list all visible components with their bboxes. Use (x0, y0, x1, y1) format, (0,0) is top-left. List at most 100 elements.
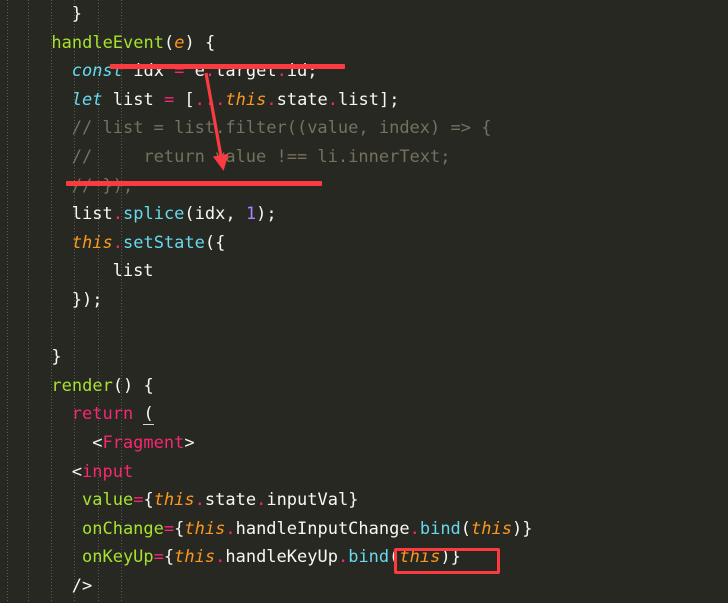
code-line[interactable]: value={this.state.inputVal} (0, 486, 573, 515)
code-token: ); (256, 204, 277, 225)
code-token: onChange (82, 518, 164, 539)
code-line[interactable]: let list = [...this.state.list]; (0, 86, 573, 115)
code-line[interactable]: <Fragment> (0, 429, 573, 458)
code-token: handleEvent (51, 32, 164, 53)
code-line[interactable]: } (0, 343, 573, 372)
code-token: . (215, 547, 226, 568)
code-token: Fragment (102, 432, 185, 453)
code-token: ( (143, 404, 154, 426)
code-token: { (143, 490, 154, 511)
code-token: ( (460, 518, 472, 539)
code-line[interactable]: onChange={this.handleInputChange.bind(th… (0, 515, 573, 544)
code-line[interactable]: /> (0, 572, 573, 601)
code-token: } (51, 347, 62, 368)
code-token: { (163, 547, 175, 568)
code-token: < (71, 461, 83, 482)
code-token: e (174, 32, 185, 53)
code-token: bind (419, 518, 461, 539)
code-line[interactable]: } (0, 0, 573, 29)
code-token: 1 (245, 204, 257, 225)
code-token: handleInputChange (235, 518, 410, 539)
code-token: = (163, 89, 175, 110)
code-line[interactable]: onKeyUp={this.handleKeyUp.bind(this)} (0, 543, 573, 572)
code-token: }); (71, 289, 103, 310)
code-token: . (204, 61, 216, 82)
code-token: list (71, 204, 113, 225)
code-token: } (71, 4, 83, 24)
code-token: /> (71, 575, 93, 596)
code-token: inputVal} (266, 490, 359, 511)
code-content[interactable]: } handleEvent(e) {const idx = e.target.id… (0, 0, 573, 603)
code-line[interactable]: <input (0, 458, 573, 487)
code-line[interactable]: // return value !== li.innerText; (0, 143, 573, 172)
code-token: ) { (184, 32, 216, 53)
code-token: state (276, 89, 328, 110)
code-token: [ (174, 89, 195, 110)
code-token: splice (123, 204, 185, 225)
code-line[interactable]: render() { (0, 372, 573, 401)
code-line[interactable]: return ( (0, 400, 573, 429)
code-token: const (71, 61, 123, 82)
code-token: this (225, 89, 267, 110)
code-token: this (184, 518, 226, 539)
code-token: . (194, 490, 205, 511)
code-line[interactable] (0, 315, 573, 344)
code-token: this (153, 490, 195, 511)
code-token: > (184, 432, 195, 453)
code-token: render (51, 375, 113, 396)
code-token: = (163, 518, 175, 539)
code-editor-viewport[interactable]: } handleEvent(e) {const idx = e.target.id… (0, 0, 728, 603)
code-token: state (204, 490, 257, 511)
code-token: this (471, 518, 512, 539)
code-token: . (256, 490, 267, 511)
code-token: )} (440, 547, 461, 568)
code-token: this (174, 547, 216, 568)
code-token: input (82, 461, 134, 482)
code-token: this (399, 547, 441, 568)
code-line[interactable]: this.setState({ (0, 229, 573, 258)
code-token: setState (123, 232, 205, 253)
code-token: () { (112, 375, 154, 396)
code-token: { (174, 518, 185, 539)
code-token: idx (122, 61, 175, 82)
code-token: . (327, 89, 339, 110)
code-token: . (409, 518, 420, 539)
code-token: e (184, 61, 205, 82)
code-token: value (82, 490, 134, 511)
code-line[interactable]: list (0, 257, 573, 286)
code-token: < (92, 432, 103, 453)
code-token: list (112, 261, 154, 282)
code-token: = (174, 61, 185, 82)
code-token: onKeyUp (82, 547, 154, 568)
code-token: // return value !== li.innerText; (71, 146, 451, 167)
code-token: (idx, (184, 204, 246, 225)
code-token: )} (512, 518, 533, 539)
code-token: this (71, 232, 113, 253)
code-line[interactable]: // }); (0, 172, 573, 201)
code-token: // }); (71, 175, 134, 196)
code-token: ( (389, 547, 400, 568)
code-token: handleKeyUp (225, 547, 338, 568)
code-token: return (71, 404, 134, 425)
code-token: . (276, 61, 287, 82)
code-line[interactable]: }); (0, 286, 573, 315)
code-token: = (153, 547, 164, 568)
code-token: // list = list.filter((value, index) => … (71, 118, 492, 139)
code-line[interactable]: // list = list.filter((value, index) => … (0, 114, 573, 143)
code-token: list (102, 89, 164, 110)
code-token: target (215, 61, 277, 82)
code-token: ({ (204, 232, 226, 253)
code-line[interactable]: const idx = e.target.id; (0, 57, 573, 86)
code-token: id; (286, 61, 318, 82)
code-token: . (225, 518, 236, 539)
code-line[interactable]: list.splice(idx, 1); (0, 200, 573, 229)
code-token: let (71, 89, 103, 110)
code-token: ( (163, 32, 175, 53)
code-token: bind (348, 547, 390, 568)
code-token: list]; (338, 89, 400, 110)
code-token: . (266, 89, 277, 110)
code-line[interactable]: handleEvent(e) { (0, 29, 573, 58)
code-token: = (133, 490, 144, 511)
code-token: . (112, 204, 123, 225)
